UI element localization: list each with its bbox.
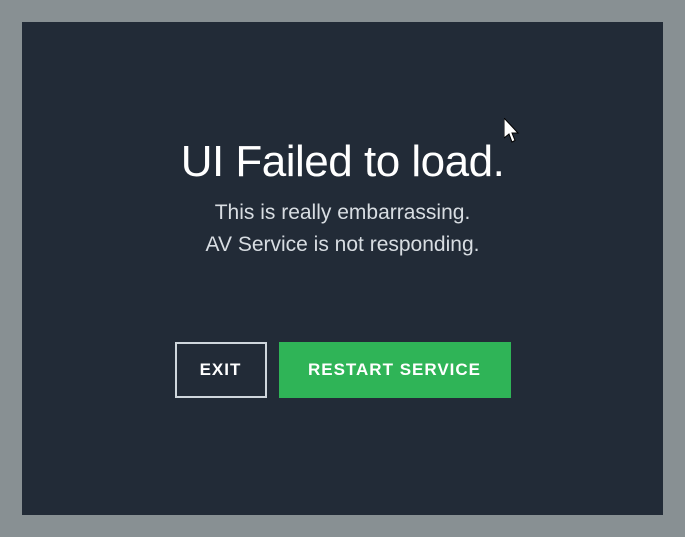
error-subtitle-1: This is really embarrassing. [215, 197, 471, 229]
restart-service-button[interactable]: RESTART SERVICE [279, 342, 511, 398]
error-panel: UI Failed to load. This is really embarr… [22, 22, 663, 515]
error-title: UI Failed to load. [181, 137, 505, 187]
exit-button[interactable]: EXIT [175, 342, 267, 398]
button-row: EXIT RESTART SERVICE [175, 342, 511, 398]
error-subtitle-2: AV Service is not responding. [206, 229, 480, 261]
